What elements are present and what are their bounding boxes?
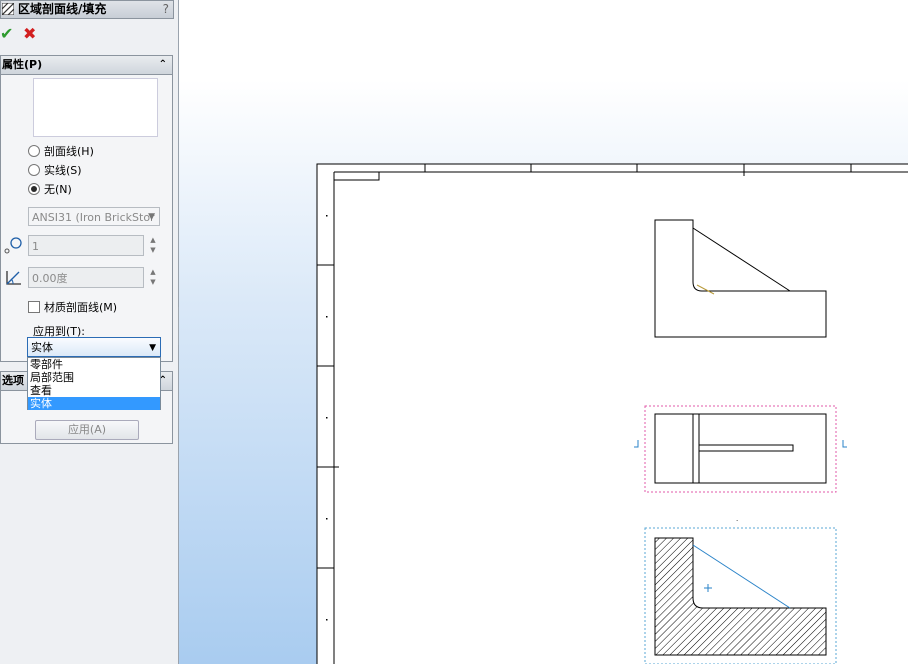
radio-solid[interactable]: 实线(S): [28, 164, 82, 178]
cancel-icon[interactable]: ✖: [23, 24, 36, 43]
apply-to-options-list: 零部件 局部范围 查看 实体: [27, 357, 161, 410]
option-part[interactable]: 零部件: [28, 358, 160, 371]
panel-title: 区域剖面线/填充: [18, 2, 107, 16]
properties-group-header[interactable]: 属性(P) ⌃: [1, 56, 172, 75]
angle-spinbox[interactable]: 0.00度 ▲ ▼: [28, 267, 161, 288]
option-local-region[interactable]: 局部范围: [28, 371, 160, 384]
option-body[interactable]: 实体: [28, 397, 160, 410]
angle-stepper[interactable]: ▲ ▼: [146, 267, 160, 288]
radio-button-icon: [28, 145, 40, 157]
scale-icon: [4, 237, 22, 254]
pattern-value: ANSI31 (Iron BrickStor: [32, 211, 155, 224]
material-crosshatch-checkbox[interactable]: 材质剖面线(M): [28, 301, 117, 315]
radio-none-label: 无(N): [44, 183, 72, 196]
collapse-icon[interactable]: ⌃: [159, 56, 167, 74]
apply-to-value: 实体: [31, 341, 53, 354]
radio-none[interactable]: 无(N): [28, 183, 72, 197]
area-hatch-icon: [2, 3, 14, 15]
drawing-canvas[interactable]: ·: [179, 0, 908, 664]
help-icon[interactable]: ?: [163, 1, 169, 18]
material-crosshatch-label: 材质剖面线(M): [44, 301, 118, 314]
drawing-sheet: ·: [316, 163, 908, 664]
radio-button-icon: [28, 164, 40, 176]
scale-stepper[interactable]: ▲ ▼: [146, 235, 160, 256]
chevron-down-icon: ▼: [149, 343, 156, 353]
pattern-dropdown[interactable]: ANSI31 (Iron BrickStor ▼: [28, 207, 160, 226]
properties-group-label: 属性(P): [2, 58, 43, 71]
radio-crosshatch[interactable]: 剖面线(H): [28, 145, 94, 159]
property-manager-panel: 区域剖面线/填充 ? ✔ ✖ 属性(P) ⌃ 剖面线(H) 实线(S) 无(N)…: [0, 0, 179, 664]
ok-icon[interactable]: ✔: [0, 24, 13, 43]
apply-button[interactable]: 应用(A): [35, 420, 139, 440]
radio-solid-label: 实线(S): [44, 164, 82, 177]
angle-icon: [6, 271, 21, 285]
hatch-preview: [33, 78, 158, 137]
apply-to-dropdown[interactable]: 实体 ▼: [27, 337, 161, 357]
radio-button-checked-icon: [28, 183, 40, 195]
panel-title-bar: 区域剖面线/填充 ?: [0, 0, 174, 19]
scale-field[interactable]: 1: [28, 235, 144, 256]
angle-field[interactable]: 0.00度: [28, 267, 144, 288]
scale-spinbox[interactable]: 1 ▲ ▼: [28, 235, 161, 256]
checkbox-icon: [28, 301, 40, 313]
radio-crosshatch-label: 剖面线(H): [44, 145, 94, 158]
chevron-down-icon: ▼: [148, 212, 155, 222]
options-group-label: 选项: [2, 374, 24, 387]
properties-group: 属性(P) ⌃ 剖面线(H) 实线(S) 无(N) ANSI31 (Iron B…: [0, 55, 173, 362]
section-label: ·: [736, 517, 738, 525]
option-view[interactable]: 查看: [28, 384, 160, 397]
